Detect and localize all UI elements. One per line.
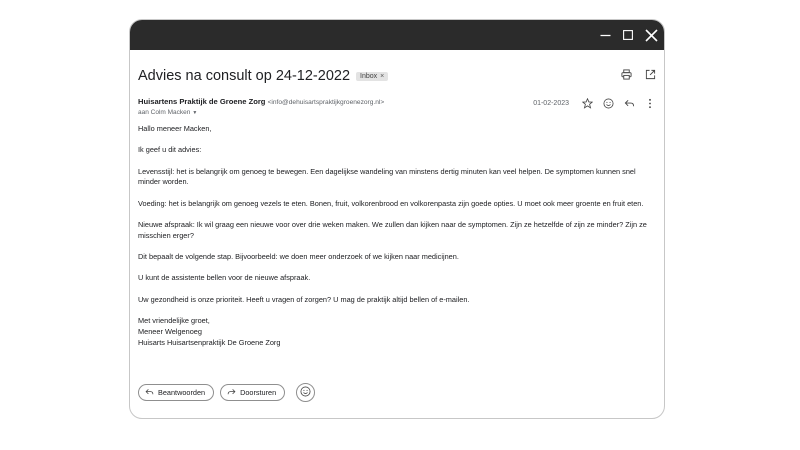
maximize-icon[interactable] [621,28,635,42]
reply-icon[interactable] [623,97,635,109]
email-subject: Advies na consult op 24-12-2022 [138,68,351,84]
signer-title: Huisarts Huisartsenpraktijk De Groene Zo… [138,337,281,347]
intro-paragraph: Ik geef u dit advies: [138,145,202,155]
remove-label-icon[interactable]: × [380,73,384,80]
next-step-paragraph: Dit bepaalt de volgende stap. Bijvoorbee… [138,252,459,262]
email-body: Hallo meneer Macken, Ik geef u dit advie… [138,124,650,359]
greeting: Hallo meneer Macken, [138,124,212,133]
window-controls [598,20,658,50]
star-icon[interactable] [581,97,593,109]
appointment-paragraph: Nieuwe afspraak: Ik wil graag een nieuwe… [138,219,647,240]
header-actions [620,68,656,80]
recipient-line: aan Colm Macken ▼ [138,109,197,116]
sender-name[interactable]: Huisartens Praktijk de Groene Zorg [138,97,265,106]
forward-button[interactable]: Doorsturen [220,384,286,401]
priority-paragraph: Uw gezondheid is onze prioriteit. Heeft … [138,294,470,304]
emoji-icon [300,384,311,402]
close-icon[interactable] [644,28,658,42]
sender-email: <info@dehuisartspraktijkgroenezorg.nl> [267,99,385,106]
lifestyle-paragraph: Levensstijl: het is belangrijk om genoeg… [138,166,636,187]
message-meta: 01-02-2023 [533,97,656,109]
forward-icon [227,388,236,398]
recipient-text: aan Colm Macken [138,109,191,116]
subject-row: Advies na consult op 24-12-2022 Inbox × [138,66,656,86]
chevron-down-icon[interactable]: ▼ [192,110,197,116]
reply-icon [145,388,154,398]
open-in-new-window-icon[interactable] [644,68,656,80]
reply-button-label: Beantwoorden [158,388,206,397]
minimize-icon[interactable] [598,28,612,42]
signature: Met vriendelijke groet, Meneer Welgenoeg… [138,316,650,348]
email-date: 01-02-2023 [533,99,569,107]
reply-button[interactable]: Beantwoorden [138,384,215,401]
inbox-label-text: Inbox [360,72,378,80]
signer-name: Meneer Welgenoeg [138,326,202,336]
forward-button-label: Doorsturen [240,388,277,397]
inbox-label[interactable]: Inbox × [356,71,389,81]
emoji-reaction-button[interactable] [296,383,316,402]
title-bar [130,20,664,50]
assistant-paragraph: U kunt de assistente bellen voor de nieu… [138,273,311,283]
more-vert-icon[interactable] [644,97,656,109]
closing: Met vriendelijke groet, [138,315,210,325]
print-icon[interactable] [620,68,632,80]
email-window: Advies na consult op 24-12-2022 Inbox × … [129,19,665,419]
reply-actions: Beantwoorden Doorsturen [138,383,316,402]
nutrition-paragraph: Voeding: het is belangrijk om genoeg vez… [138,198,644,208]
emoji-icon[interactable] [602,97,614,109]
